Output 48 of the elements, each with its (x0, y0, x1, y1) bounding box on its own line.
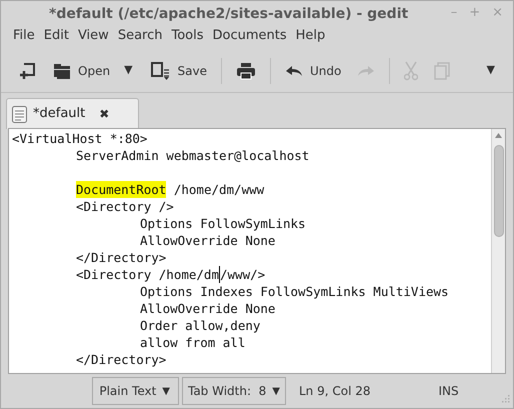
code-text: Order allow,deny (140, 317, 260, 334)
menu-item[interactable]: Help (292, 26, 330, 46)
code-text: ServerAdmin webmaster@localhost (76, 147, 310, 165)
insert-mode: INS (438, 383, 459, 400)
code-text: /home/dm/www (172, 181, 264, 198)
overflow-button[interactable]: ▼ (480, 56, 501, 86)
code-text: AllowOverride None (140, 232, 276, 249)
tab-label: *default (33, 105, 86, 124)
menu-item[interactable]: File (9, 26, 39, 46)
undo-icon (285, 64, 303, 76)
language-dropdown[interactable]: Plain Text ▼ (92, 377, 179, 405)
save-button[interactable]: Save (142, 56, 215, 86)
search-highlight: DocumentRoot (76, 181, 166, 198)
code-text: <VirtualHost *:80> (12, 130, 148, 147)
cursor-position: Ln 9, Col 28 (299, 383, 371, 400)
open-button[interactable]: Open (45, 56, 118, 86)
close-tab-button[interactable]: ✖ (99, 105, 110, 123)
code-text: <Directory /> (76, 198, 174, 215)
code-text: Options Indexes FollowSymLinks MultiViews (140, 283, 449, 300)
code-text: </Directory> (76, 351, 166, 368)
menu-item[interactable]: Documents (208, 26, 291, 46)
scrollbar-thumb[interactable] (494, 145, 504, 237)
code-text: </Directory> (76, 249, 166, 266)
save-icon (150, 60, 171, 80)
menu-item[interactable]: Edit (40, 26, 73, 46)
code-text: Options FollowSymLinks (140, 215, 306, 232)
scrollbar[interactable] (491, 129, 505, 373)
document-icon (12, 106, 27, 122)
undo-button[interactable]: Undo (277, 56, 350, 86)
document-tab[interactable]: *default ✖ (6, 98, 140, 129)
scroll-up-icon[interactable] (495, 133, 502, 138)
code-text: <Directory /home/dm (76, 266, 220, 283)
window-title: *default (/etc/apache2/sites-available) - gedit (49, 5, 408, 24)
tab-width-dropdown[interactable]: Tab Width: 8 ▼ (182, 377, 286, 405)
menu-item[interactable]: Tools (167, 26, 208, 46)
copy-icon (434, 62, 450, 80)
menu-item[interactable]: View (74, 26, 113, 46)
printer-icon (236, 62, 256, 80)
code-text: AllowOverride None (140, 300, 276, 317)
code-text: /www/> (220, 266, 266, 283)
menu-item[interactable]: Search (114, 26, 166, 46)
folder-icon (53, 62, 71, 80)
open-dropdown-button[interactable]: ▼ (118, 56, 139, 86)
scissors-icon (404, 60, 418, 80)
resize-grip-icon[interactable] (500, 395, 510, 405)
new-document-icon (19, 62, 37, 80)
redo-icon (357, 64, 376, 76)
code-text: allow from all (140, 334, 246, 351)
